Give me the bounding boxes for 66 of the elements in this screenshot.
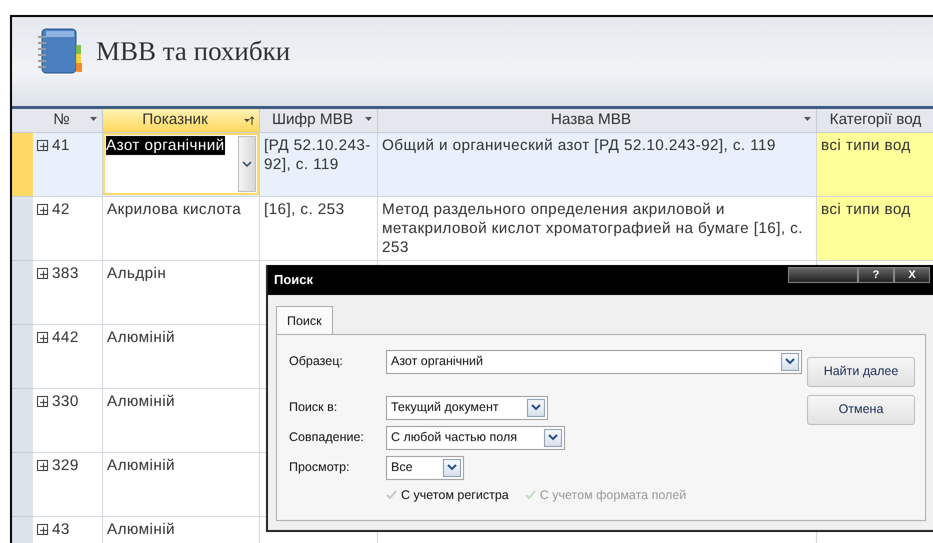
select-field[interactable]: С любой частью поля (386, 426, 565, 450)
app-title: МВВ та похибки (96, 35, 290, 68)
table-cell: Алюміній (103, 517, 260, 543)
sort-filter-icon (244, 116, 254, 126)
caret-icon (447, 464, 457, 472)
table-cell: Алюміній (103, 389, 260, 453)
table-cell: Алюміній (103, 325, 260, 389)
row-selector-corner (12, 109, 33, 133)
dropdown-arrow-icon (90, 117, 97, 121)
indicator-combo-box[interactable]: Азот органічний (103, 133, 259, 195)
checkbox: С учетом формата полей (524, 486, 686, 504)
caret-icon (548, 434, 558, 442)
table-cell: 41 (52, 136, 70, 155)
dropdown-arrow-icon (804, 117, 811, 121)
select-field[interactable]: Текущий документ (386, 396, 548, 420)
dropdown-button[interactable] (527, 398, 545, 417)
table-cell: Общий и органический азот [РД 52.10.243-92], с. 119 (378, 133, 817, 197)
field-label: Совпадение: (289, 429, 365, 446)
checkbox[interactable]: С учетом регистра (386, 486, 509, 504)
table-cell: 43 (52, 520, 70, 539)
table-cell: Акрилова кислота (103, 197, 260, 261)
table-cell: [16], с. 253 (260, 197, 378, 261)
checkmark-icon (386, 490, 397, 500)
caret-icon (531, 404, 541, 412)
expand-button[interactable] (37, 332, 48, 343)
dialog-tab[interactable]: Поиск (276, 306, 333, 335)
table-cell: 383 (52, 264, 79, 283)
field-label: Образец: (289, 353, 344, 370)
table-cell: Альдрін (103, 261, 260, 325)
column-header[interactable]: Показник (103, 109, 260, 133)
field-label: Просмотр: (289, 459, 351, 476)
table-cell: 329 (52, 456, 79, 475)
caret-icon (242, 161, 252, 167)
column-header[interactable]: № (33, 109, 103, 133)
close-button[interactable]: X (894, 267, 930, 283)
caret-icon (785, 358, 795, 366)
dialog-title: Поиск (274, 271, 314, 290)
table-cell: 42 (52, 200, 70, 219)
table-cell: всі типи вод (817, 133, 933, 197)
dialog-button[interactable]: Найти далее (807, 356, 915, 387)
field-label: Поиск в: (289, 399, 338, 416)
select-field[interactable]: Все (386, 456, 464, 480)
dropdown-button[interactable] (443, 458, 461, 477)
expand-button[interactable] (37, 140, 48, 151)
dropdown-button[interactable] (544, 428, 562, 447)
window-button[interactable] (788, 267, 858, 283)
table-cell: Алюміній (103, 453, 260, 517)
table-cell: 330 (52, 392, 79, 411)
expand-button[interactable] (37, 396, 48, 407)
checkmark-icon (524, 490, 536, 500)
column-header[interactable]: Назва МВВ (378, 109, 817, 133)
expand-button[interactable] (37, 524, 48, 535)
dropdown-arrow-icon (365, 117, 372, 121)
expand-button[interactable] (37, 268, 48, 279)
table-cell: всі типи вод (817, 197, 933, 261)
dialog-button[interactable]: Отмена (807, 394, 915, 425)
table-cell: [РД 52.10.243-92], с. 119 (260, 133, 378, 197)
column-header[interactable]: Шифр МВВ (260, 109, 378, 133)
expand-button[interactable] (37, 204, 48, 215)
column-header[interactable]: Категорії вод (817, 109, 933, 133)
help-button[interactable]: ? (858, 267, 894, 283)
expand-button[interactable] (37, 460, 48, 471)
table-cell: 442 (52, 328, 79, 347)
selected-text: Азот органічний (106, 136, 225, 155)
pattern-combo-box[interactable]: Азот органічний (386, 350, 802, 374)
dropdown-button[interactable] (781, 352, 799, 371)
